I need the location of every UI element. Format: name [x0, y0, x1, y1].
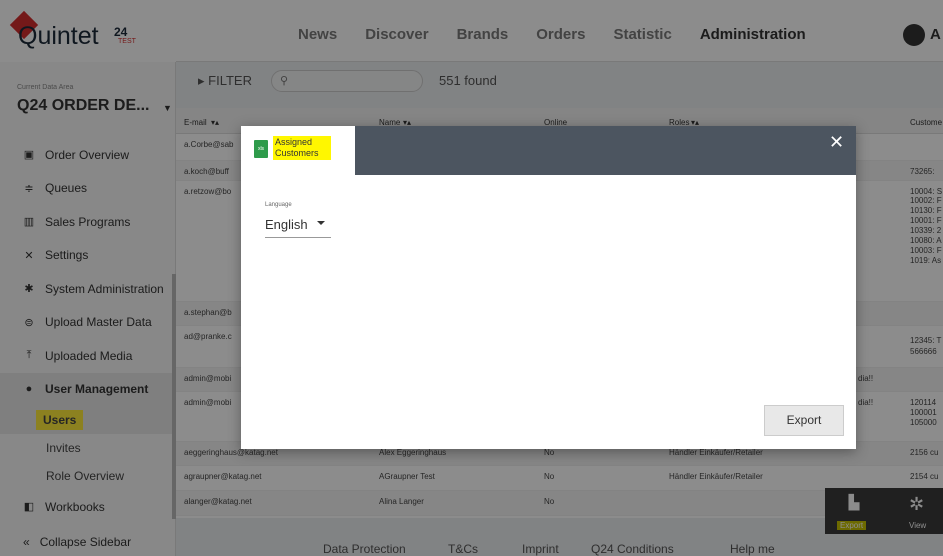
tab-assigned-customers-label: Assigned Customers: [273, 136, 331, 160]
language-label: Language: [265, 202, 292, 208]
close-icon[interactable]: ✕: [829, 132, 844, 153]
language-value: English: [265, 217, 308, 232]
tab-assigned-customers[interactable]: xls Assigned Customers: [241, 126, 355, 175]
xls-file-icon: xls: [254, 140, 268, 158]
export-button[interactable]: Export: [764, 405, 844, 436]
chevron-down-icon: [317, 221, 325, 225]
language-select[interactable]: English: [265, 212, 331, 238]
dialog-header: xls Assigned Customers ✕: [241, 126, 856, 175]
export-dialog: xls Assigned Customers ✕ Language Englis…: [241, 126, 856, 449]
